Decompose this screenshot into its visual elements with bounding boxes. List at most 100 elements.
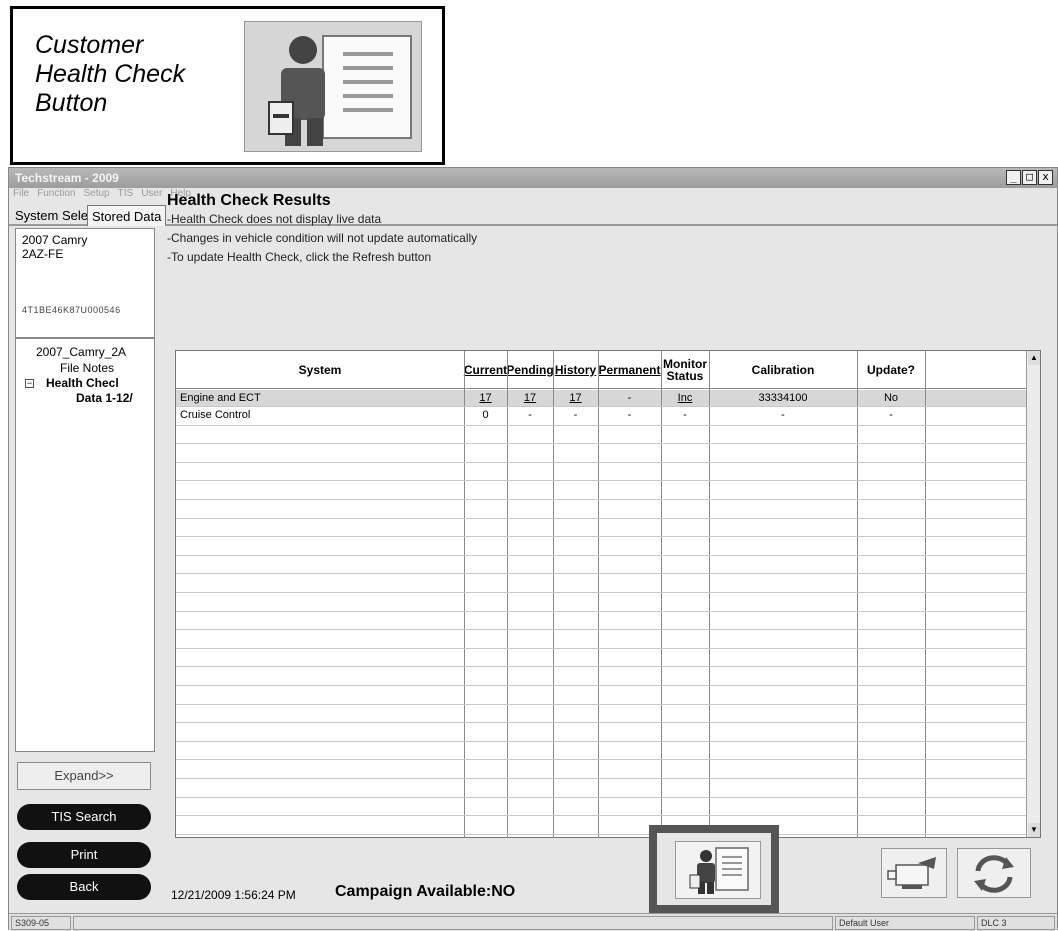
cell-pending: - <box>528 409 532 421</box>
table-row-divider <box>176 611 1028 612</box>
cell-history[interactable]: 17 <box>553 390 598 406</box>
note-auto-update: -Changes in vehicle condition will not u… <box>167 231 478 245</box>
callout-box: Customer Health Check Button <box>10 6 445 165</box>
stored-data-tree: 2007_Camry_2A File Notes − Health Checl … <box>15 338 155 752</box>
table-column-divider <box>925 351 926 837</box>
table-row-divider <box>176 480 1028 481</box>
campaign-status: Campaign Available:NO <box>335 883 516 900</box>
menu-function[interactable]: Function <box>37 188 75 203</box>
ecu-button[interactable] <box>881 848 947 898</box>
table-row-divider <box>176 518 1028 519</box>
vehicle-vin: 4T1BE46K87U000546 <box>22 305 121 315</box>
table-row-divider <box>176 443 1028 444</box>
table-row-divider <box>176 592 1028 593</box>
table-row-divider <box>176 815 1028 816</box>
vehicle-engine: 2AZ-FE <box>22 247 64 261</box>
techstream-window: Techstream - 2009 _ □ x File Function Se… <box>8 167 1058 931</box>
table-column-divider <box>709 351 710 837</box>
column-header-pending[interactable]: Pending <box>506 351 553 389</box>
status-bar: S309-05 Default User DLC 3 <box>9 913 1057 931</box>
print-button[interactable]: Print <box>17 842 151 868</box>
menu-setup[interactable]: Setup <box>83 188 109 203</box>
menu-tis[interactable]: TIS <box>118 188 134 203</box>
vehicle-model: 2007 Camry <box>22 233 88 247</box>
callout-line-3: Button <box>35 89 108 117</box>
expand-button[interactable]: Expand>> <box>17 762 151 790</box>
close-button[interactable]: x <box>1038 170 1053 185</box>
refresh-button[interactable] <box>957 848 1031 898</box>
table-row-divider <box>176 741 1028 742</box>
title-bar[interactable]: Techstream - 2009 _ □ x <box>9 168 1057 188</box>
tree-item-health-check[interactable]: Health Checl <box>46 376 119 390</box>
cell-permanent: - <box>627 409 632 421</box>
table-row-divider <box>176 834 1028 835</box>
table-row-divider <box>176 555 1028 556</box>
column-header-history[interactable]: History <box>553 351 598 389</box>
table-column-divider <box>464 351 465 837</box>
table-row-divider <box>176 797 1028 798</box>
table-row-divider <box>176 425 1028 426</box>
table-row-divider <box>176 536 1028 537</box>
maximize-button[interactable]: □ <box>1022 170 1037 185</box>
table-column-divider <box>507 351 508 837</box>
cell-monitor-status: - <box>683 409 687 421</box>
callout-line-1: Customer <box>35 31 144 59</box>
table-row-divider <box>176 685 1028 686</box>
scroll-up-icon[interactable]: ▲ <box>1028 351 1040 365</box>
column-header-update: Update? <box>867 363 915 377</box>
cell-update: - <box>889 409 893 421</box>
table-row-divider <box>176 759 1028 760</box>
customer-health-check-button[interactable] <box>675 841 761 899</box>
status-user: Default User <box>835 916 975 930</box>
status-dlc: DLC 3 <box>977 916 1055 930</box>
customer-health-check-icon <box>244 21 422 152</box>
table-row-divider <box>176 629 1028 630</box>
tis-search-button[interactable]: TIS Search <box>17 804 151 830</box>
column-header-permanent[interactable]: Permanent <box>598 351 661 389</box>
note-refresh: -To update Health Check, click the Refre… <box>167 250 432 264</box>
tree-item-data[interactable]: Data 1-12/ <box>76 391 133 405</box>
cell-update: No <box>883 392 899 404</box>
tab-stored-data[interactable]: Stored Data <box>87 205 167 226</box>
status-code: S309-05 <box>11 916 71 930</box>
cell-system: Cruise Control <box>180 409 251 421</box>
table-row-divider <box>176 704 1028 705</box>
menu-file[interactable]: File <box>13 188 29 203</box>
table-row[interactable]: Cruise Control 0 - - - - - - <box>176 407 1028 423</box>
scroll-down-icon[interactable]: ▼ <box>1028 823 1040 837</box>
table-row[interactable]: Engine and ECT 17 17 17 - Inc 33334100 N… <box>176 390 1028 406</box>
cell-current[interactable]: 17 <box>464 390 507 406</box>
table-row-divider <box>176 778 1028 779</box>
ecu-icon <box>887 857 936 889</box>
status-message <box>73 916 833 930</box>
cell-calibration: - <box>781 409 785 421</box>
table-column-divider <box>857 351 858 837</box>
cell-calibration: 33334100 <box>758 392 808 404</box>
tree-item-file-notes[interactable]: File Notes <box>60 361 114 375</box>
table-column-divider <box>661 351 662 837</box>
back-button[interactable]: Back <box>17 874 151 900</box>
refresh-icon <box>974 855 1014 893</box>
table-row-divider <box>176 462 1028 463</box>
callout-label: Customer Health Check Button <box>35 31 235 118</box>
table-header: System Current Pending History Permanent… <box>176 351 1028 389</box>
column-header-current[interactable]: Current <box>464 351 507 389</box>
column-header-system: System <box>298 363 342 377</box>
note-live-data: -Health Check does not display live data <box>167 212 382 226</box>
menu-user[interactable]: User <box>141 188 162 203</box>
table-column-divider <box>553 351 554 837</box>
highlight-frame <box>649 825 779 913</box>
vehicle-info-panel: 2007 Camry 2AZ-FE 4T1BE46K87U000546 <box>15 228 155 338</box>
column-header-calibration: Calibration <box>751 363 815 377</box>
table-row-divider <box>176 648 1028 649</box>
table-row-divider <box>176 573 1028 574</box>
tree-collapse-icon[interactable]: − <box>25 379 34 388</box>
tree-item-root[interactable]: 2007_Camry_2A <box>36 345 126 359</box>
table-scrollbar[interactable]: ▲ ▼ <box>1026 351 1040 837</box>
minimize-button[interactable]: _ <box>1006 170 1021 185</box>
cell-pending[interactable]: 17 <box>507 390 553 406</box>
cell-monitor-status[interactable]: Inc <box>661 390 709 406</box>
cell-current: 0 <box>482 409 489 421</box>
table-row-divider <box>176 499 1028 500</box>
results-timestamp: 12/21/2009 1:56:24 PM <box>171 888 296 902</box>
